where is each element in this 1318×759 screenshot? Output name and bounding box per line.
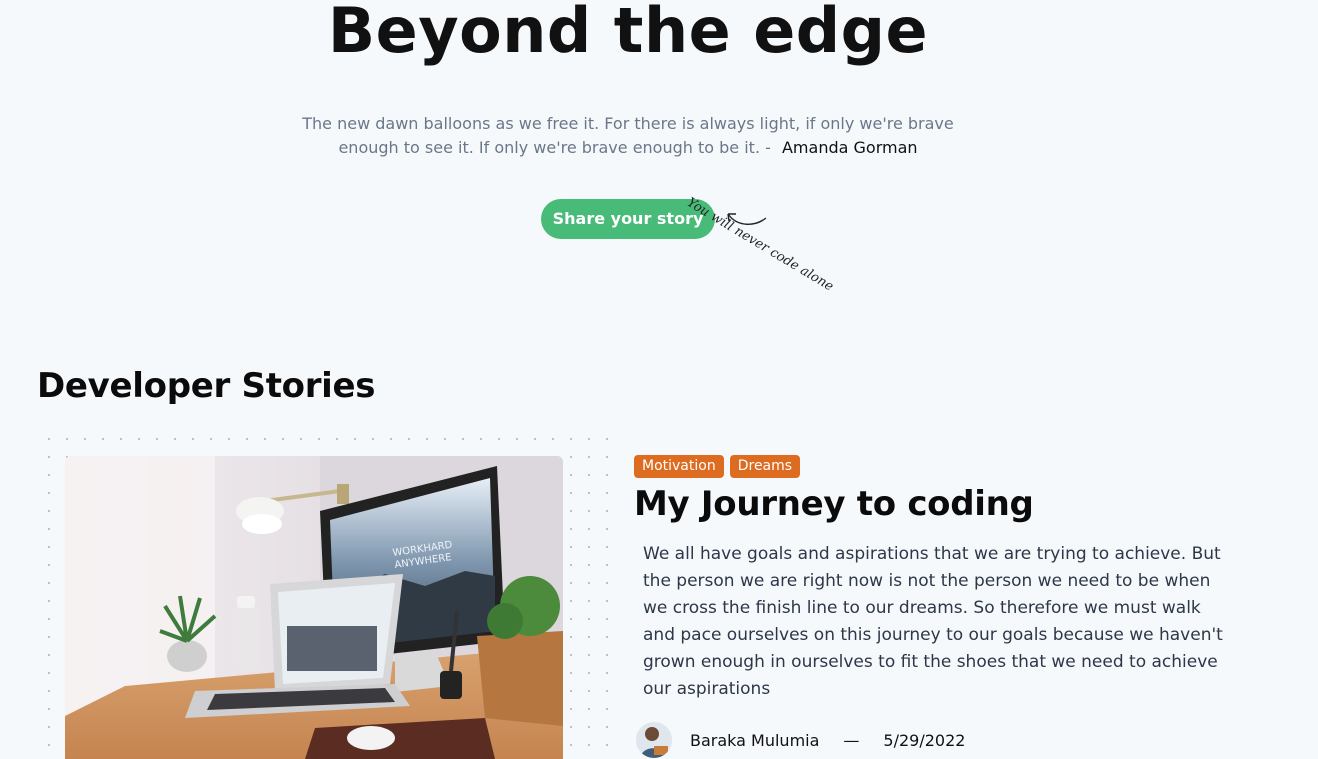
section-title: Developer Stories — [37, 366, 376, 406]
story-excerpt: We all have goals and aspirations that w… — [643, 544, 1223, 699]
story-meta: Baraka Mulumia — 5/29/2022 — [636, 722, 965, 758]
author-name[interactable]: Baraka Mulumia — [690, 731, 819, 750]
post-date: 5/29/2022 — [883, 730, 966, 750]
author-avatar[interactable] — [636, 722, 672, 758]
story-image[interactable]: WORKHARD ANYWHERE — [65, 456, 563, 759]
quote-author: Amanda Gorman — [781, 138, 918, 157]
tag-motivation[interactable]: Motivation — [634, 455, 724, 478]
curved-arrow-icon — [727, 213, 767, 225]
tag-dreams[interactable]: Dreams — [729, 455, 801, 478]
story-title[interactable]: My Journey to coding — [634, 484, 1034, 524]
meta-separator: — — [843, 730, 860, 750]
hero-quote: The new dawn balloons as we free it. For… — [270, 112, 986, 160]
tag-list: Motivation Dreams — [634, 455, 801, 478]
hero-title: Beyond the edge — [327, 0, 929, 67]
